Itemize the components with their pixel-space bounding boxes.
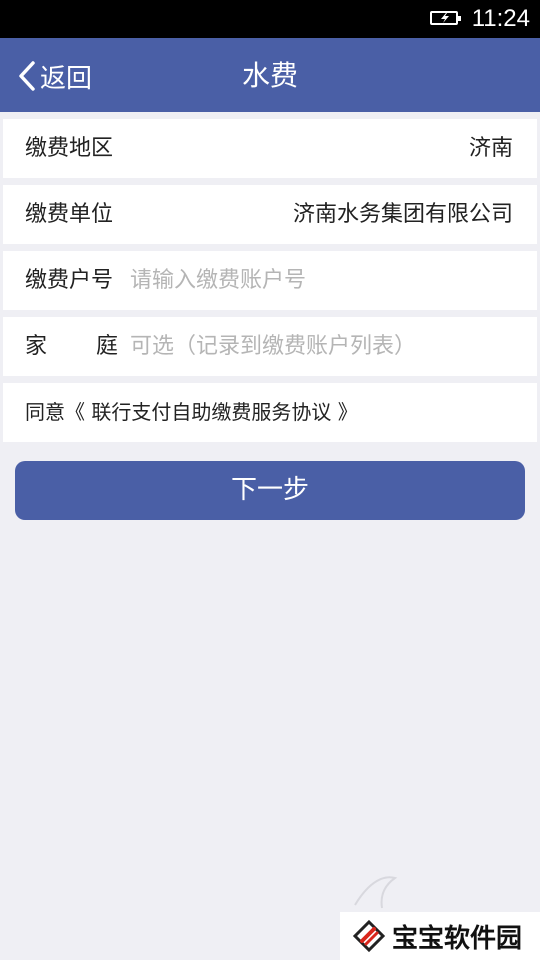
account-number-input[interactable] (130, 251, 515, 310)
unit-value: 济南水务集团有限公司 (292, 202, 513, 227)
nav-bar: 返回 水费 (0, 38, 540, 112)
region-row[interactable]: 缴费地区 济南 (3, 119, 537, 178)
family-label-first: 家 (25, 334, 48, 359)
account-label: 缴费户号 (25, 268, 114, 293)
region-label: 缴费地区 (25, 136, 114, 161)
next-step-button[interactable]: 下一步 (15, 461, 525, 520)
watermark-text: 宝宝软件园 (392, 923, 523, 954)
unit-label: 缴费单位 (25, 202, 114, 227)
region-value: 济南 (468, 136, 513, 161)
site-logo-icon (352, 919, 386, 953)
watermark: 宝宝软件园 (340, 912, 540, 960)
family-input[interactable] (130, 317, 515, 376)
family-label-second: 庭 (96, 334, 119, 359)
account-row: 缴费户号 (3, 251, 537, 310)
family-row: 家 庭 (3, 317, 537, 376)
status-bar: 11:24 (0, 0, 540, 38)
unit-row[interactable]: 缴费单位 济南水务集团有限公司 (3, 185, 537, 244)
page-title: 水费 (241, 59, 298, 92)
faint-watermark-graphic (350, 870, 540, 912)
agreement-row: 同意《 联行支付自助缴费服务协议 》 (3, 383, 537, 442)
status-time: 11:24 (471, 5, 530, 32)
battery-charging-icon (430, 11, 461, 25)
agreement-link[interactable]: 同意《 联行支付自助缴费服务协议 》 (25, 383, 358, 442)
